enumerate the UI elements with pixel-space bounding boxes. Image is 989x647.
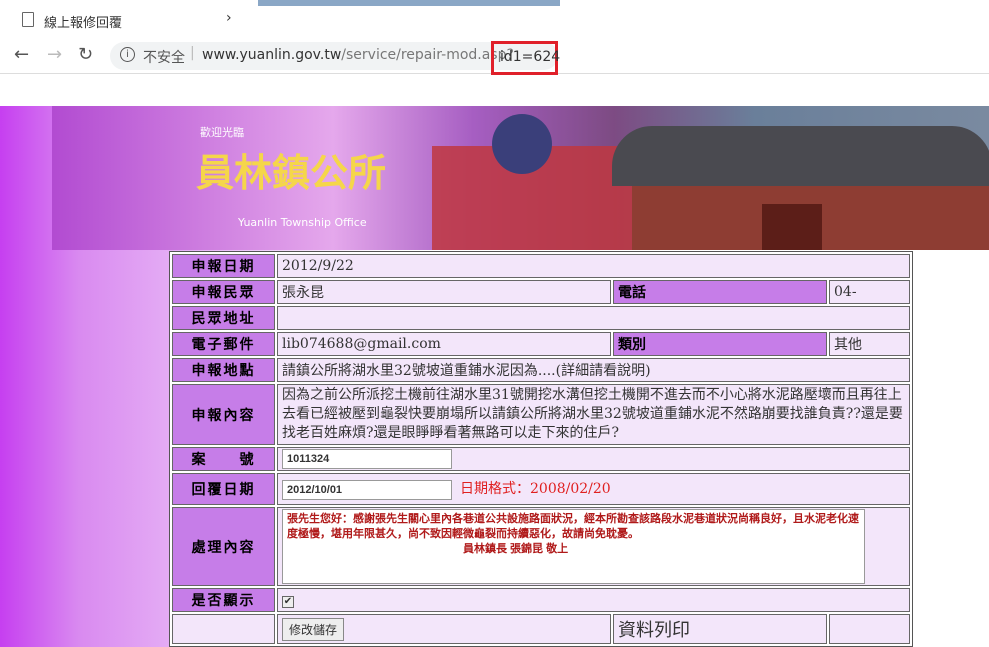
case-label: 案 號 [172, 447, 275, 471]
url-path: /service/repair-mod.asp? [341, 47, 514, 63]
site-en-name: Yuanlin Township Office [238, 216, 367, 229]
email-label: 電子郵件 [172, 332, 275, 356]
empty-cell-2 [829, 614, 910, 644]
print-label: 資料列印 [613, 614, 827, 644]
top-strip [258, 0, 560, 6]
handle-textarea[interactable]: 張先生您好：感謝張先生關心里內各巷道公共設施路面狀況，經本所勘查該路段水泥巷道狀… [282, 509, 865, 584]
save-button[interactable]: 修改儲存 [282, 617, 345, 641]
show-cell: ✔ [277, 588, 910, 612]
content-value: 因為之前公所派挖土機前往湖水里31號開挖水溝但挖土機開不進去而不小心將水泥路壓壞… [277, 384, 910, 445]
info-icon[interactable]: i [120, 47, 135, 62]
save-cell: 修改儲存 [277, 614, 611, 644]
browser-tab[interactable]: 線上報修回覆 › [0, 0, 258, 40]
forward-icon[interactable]: → [47, 44, 62, 65]
reply-date-input[interactable]: 2012/10/01 [282, 480, 452, 500]
person-label: 申報民眾 [172, 280, 275, 304]
tab-title: 線上報修回覆 [44, 16, 123, 31]
show-label: 是否顯示 [172, 588, 275, 612]
url-highlight: id1=624 [491, 41, 561, 75]
deity-image [492, 114, 552, 174]
address-value [277, 306, 910, 330]
door-image [762, 204, 822, 250]
url-separator: | [190, 45, 195, 61]
page-icon [22, 12, 34, 27]
back-icon[interactable]: ← [14, 44, 29, 65]
case-input[interactable]: 1011324 [282, 449, 452, 469]
url-param: id1=624 [500, 49, 561, 65]
reload-icon[interactable]: ↻ [78, 44, 93, 65]
content-label: 申報內容 [172, 384, 275, 445]
empty-cell [172, 614, 275, 644]
roof-image [612, 126, 989, 186]
person-value: 張永昆 [277, 280, 611, 304]
address-label: 民眾地址 [172, 306, 275, 330]
category-label: 類別 [613, 332, 827, 356]
email-value: lib074688@gmail.com [277, 332, 611, 356]
location-value: 請鎮公所將湖水里32號坡道重鋪水泥因為....(詳細請看說明) [277, 358, 910, 382]
reply-cell: 2012/10/01 日期格式：2008/02/20 [277, 473, 910, 505]
date-format-hint: 日期格式：2008/02/20 [460, 481, 611, 497]
insecure-label: 不安全 [143, 50, 185, 66]
reply-label: 回覆日期 [172, 473, 275, 505]
category-value: 其他 [829, 332, 910, 356]
handle-cell: 張先生您好：感謝張先生關心里內各巷道公共設施路面狀況，經本所勘查該路段水泥巷道狀… [277, 507, 910, 586]
location-label: 申報地點 [172, 358, 275, 382]
date-label: 申報日期 [172, 254, 275, 278]
repair-form: 申報日期 2012/9/22 申報民眾 張永昆 電話 04- 民眾地址 電子郵件 lib0… [169, 251, 913, 647]
welcome-text: 歡迎光臨 [200, 126, 244, 139]
handle-label: 處理內容 [172, 507, 275, 586]
date-value: 2012/9/22 [277, 254, 910, 278]
site-banner: 歡迎光臨 員林鎮公所 Yuanlin Township Office [52, 106, 989, 250]
phone-label: 電話 [613, 280, 827, 304]
case-cell: 1011324 [277, 447, 910, 471]
url-host: www.yuanlin.gov.tw [202, 47, 342, 63]
tab-arrow-icon[interactable]: › [226, 10, 232, 26]
phone-value: 04- [829, 280, 910, 304]
show-checkbox[interactable]: ✔ [282, 596, 294, 608]
site-logo: 員林鎮公所 [196, 150, 387, 195]
url-text: www.yuanlin.gov.tw/service/repair-mod.as… [202, 47, 514, 63]
